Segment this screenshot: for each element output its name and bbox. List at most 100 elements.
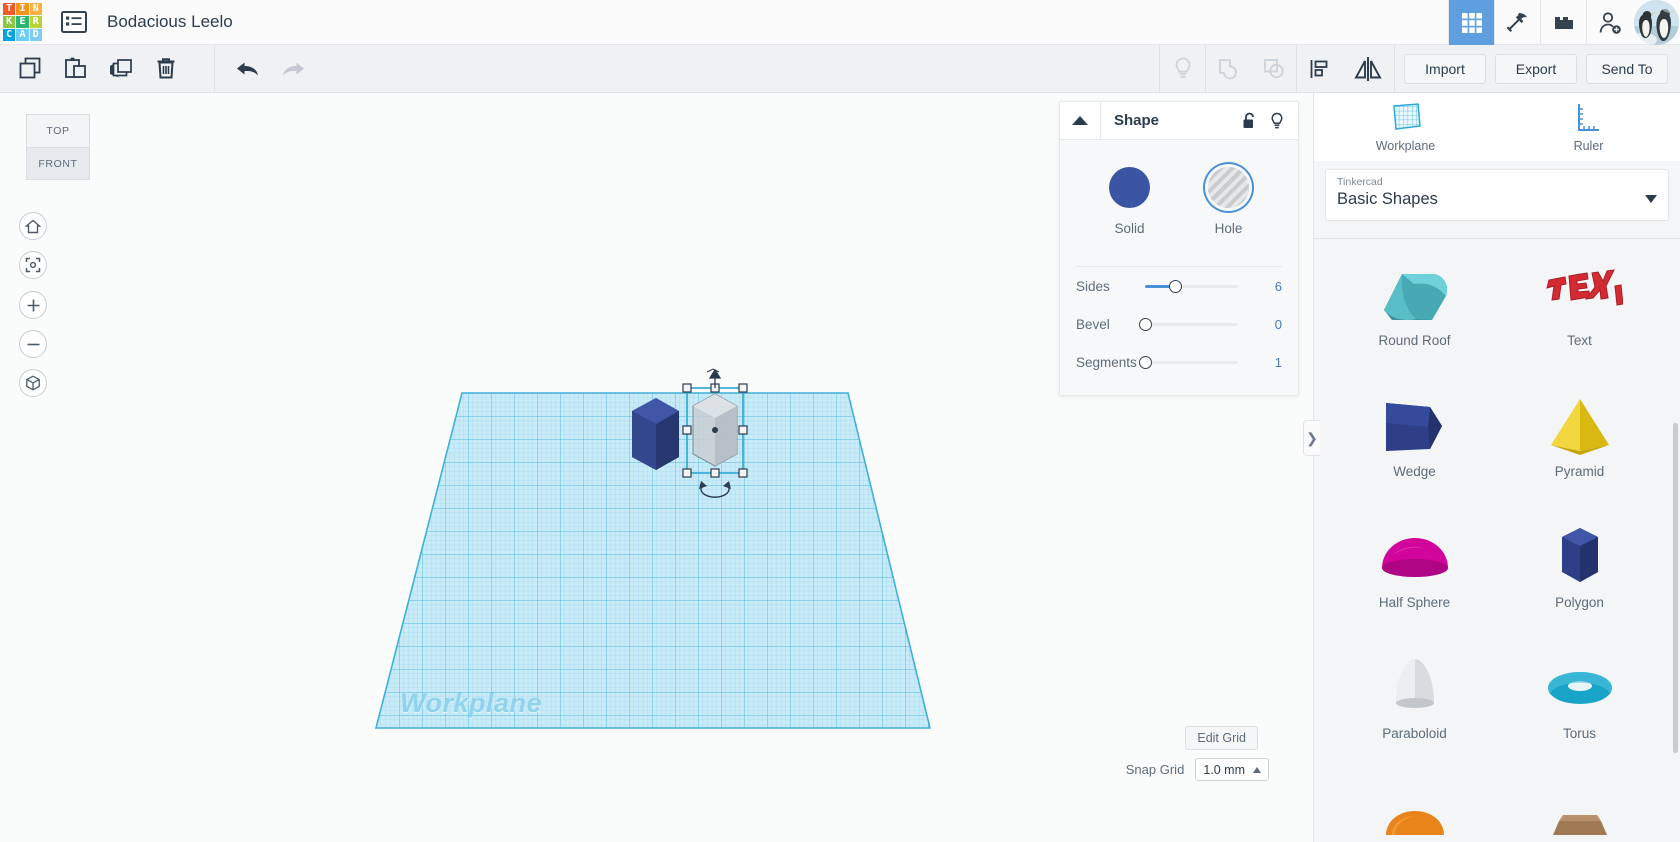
ungroup-icon[interactable] [1251, 45, 1296, 92]
unlock-icon[interactable] [1238, 110, 1260, 132]
lightbulb-icon[interactable] [1266, 110, 1288, 132]
sides-slider-knob[interactable] [1168, 279, 1182, 293]
pyramid-art [1537, 388, 1623, 462]
paraboloid-art [1372, 650, 1458, 724]
hammer-tool-icon[interactable] [1494, 0, 1540, 45]
segments-slider-knob[interactable] [1139, 355, 1152, 369]
toolbar-divider [214, 45, 215, 92]
hole-swatch [1208, 167, 1249, 208]
shape-item-round-roof[interactable]: Round Roof [1332, 245, 1497, 376]
shape-mode-row: Solid Hole [1060, 140, 1298, 236]
hexagonal-prism-solid [632, 398, 679, 470]
sides-value: 6 [1274, 278, 1282, 294]
tinkercad-editor: T I N K E R C A D Bodacious Leelo Import… [0, 0, 1680, 842]
import-button[interactable]: Import [1404, 53, 1486, 84]
tinkercad-logo[interactable]: T I N K E R C A D [0, 0, 45, 45]
fit-all-icon[interactable] [19, 251, 47, 279]
zoom-in-icon[interactable] [19, 291, 47, 319]
lightbulb-icon[interactable] [1160, 45, 1205, 92]
view-cube-front[interactable]: FRONT [26, 147, 90, 180]
sidebar-collapse-chevron[interactable]: ❯ [1303, 420, 1320, 456]
half-sphere-art [1372, 519, 1458, 593]
sidebar-tool-workplane[interactable]: Workplane [1314, 93, 1497, 161]
view-cube-top[interactable]: TOP [26, 114, 90, 147]
group-icon[interactable] [1206, 45, 1251, 92]
user-avatar-penguins[interactable] [1634, 0, 1679, 45]
shape-library-grid[interactable]: Round Roof Text Wedge Pyramid Half Spher… [1314, 238, 1680, 842]
edit-grid-button[interactable]: Edit Grid [1185, 726, 1258, 750]
shape-library-dropdown[interactable]: Tinkercad Basic Shapes [1325, 169, 1669, 221]
shape-label-torus: Torus [1562, 726, 1596, 741]
shape-item-torus[interactable]: Torus [1497, 638, 1662, 769]
logo-tile-8: D [29, 29, 42, 42]
move-center-handle [712, 427, 718, 433]
duplicate-icon[interactable] [98, 45, 143, 92]
shape-inspector-panel: Shape Solid Hole Sides 6 Bevel 0 Segment… [1059, 101, 1299, 396]
inspector-title: Shape [1114, 112, 1160, 129]
bevel-value: 0 [1274, 316, 1282, 332]
snap-grid-select[interactable]: 1.0 mm [1195, 758, 1269, 781]
rotate-handle-icon [699, 481, 731, 498]
undo-icon[interactable] [225, 45, 270, 92]
torus-art [1537, 650, 1623, 724]
scene-objects[interactable] [615, 368, 775, 598]
text-art [1537, 257, 1623, 331]
redo-icon[interactable] [270, 45, 315, 92]
logo-tile-3: K [3, 15, 16, 29]
inspector-header: Shape [1060, 102, 1298, 140]
shape-item-text[interactable]: Text [1497, 245, 1662, 376]
shape-item-partial-left[interactable] [1332, 769, 1497, 842]
sides-slider-row: Sides 6 [1060, 267, 1298, 305]
mirror-icon[interactable] [1342, 45, 1394, 92]
documents-list-icon[interactable] [57, 5, 91, 39]
paste-icon[interactable] [53, 45, 98, 92]
sidebar-tools-row: Workplane Ruler [1314, 93, 1680, 161]
logo-tile-5: R [29, 15, 42, 29]
inspector-bottom-padding [1060, 381, 1298, 395]
shape-item-polygon[interactable]: Polygon [1497, 507, 1662, 638]
brick-blocks-icon[interactable] [1540, 0, 1586, 45]
view-cube[interactable]: TOP FRONT [26, 114, 90, 180]
logo-tile-7: A [16, 29, 29, 42]
partial-brown-art [1537, 781, 1623, 842]
partial-orange-art [1372, 781, 1458, 842]
bevel-slider-row: Bevel 0 [1060, 305, 1298, 343]
segments-value: 1 [1274, 354, 1282, 370]
orthographic-perspective-icon[interactable] [19, 369, 47, 397]
sidebar-tool-ruler[interactable]: Ruler [1497, 93, 1680, 161]
top-bar-right-group [1448, 0, 1680, 45]
copy-icon[interactable] [8, 45, 53, 92]
sidebar-scrollbar[interactable] [1673, 423, 1678, 753]
shape-label-half-sphere: Half Sphere [1378, 595, 1451, 610]
export-button[interactable]: Export [1495, 53, 1577, 84]
home-view-icon[interactable] [19, 212, 47, 240]
shape-item-paraboloid[interactable]: Paraboloid [1332, 638, 1497, 769]
chevron-up-icon[interactable] [1060, 102, 1101, 139]
grid-view-icon[interactable] [1448, 0, 1494, 45]
3d-viewport[interactable]: TOP FRONT Workplane Edit Grid Snap Grid … [0, 93, 1313, 842]
workplane-icon [1392, 102, 1421, 130]
zoom-out-icon[interactable] [19, 330, 47, 358]
solid-swatch [1109, 167, 1150, 208]
solid-mode-label: Solid [1114, 221, 1145, 236]
hole-mode-option[interactable]: Hole [1208, 167, 1249, 236]
shape-item-pyramid[interactable]: Pyramid [1497, 376, 1662, 507]
inspector-header-icons [1238, 110, 1298, 132]
logo-tile-6: C [3, 29, 16, 42]
shape-item-half-sphere[interactable]: Half Sphere [1332, 507, 1497, 638]
solid-mode-option[interactable]: Solid [1109, 167, 1150, 236]
send-to-button[interactable]: Send To [1586, 53, 1668, 84]
chevron-down-icon [1645, 190, 1657, 208]
delete-trash-icon[interactable] [143, 45, 188, 92]
segments-slider-track[interactable] [1139, 355, 1238, 369]
shape-item-partial-right[interactable] [1497, 769, 1662, 842]
sidebar-tool-workplane-label: Workplane [1375, 138, 1436, 153]
add-person-icon[interactable] [1586, 0, 1632, 45]
sides-slider-track[interactable] [1145, 279, 1238, 293]
shape-label-pyramid: Pyramid [1554, 464, 1605, 479]
bevel-slider-track[interactable] [1139, 317, 1238, 331]
align-icon[interactable] [1297, 45, 1342, 92]
shape-item-wedge[interactable]: Wedge [1332, 376, 1497, 507]
bevel-slider-knob[interactable] [1139, 317, 1152, 331]
edit-toolbar: Import Export Send To [0, 45, 1680, 93]
